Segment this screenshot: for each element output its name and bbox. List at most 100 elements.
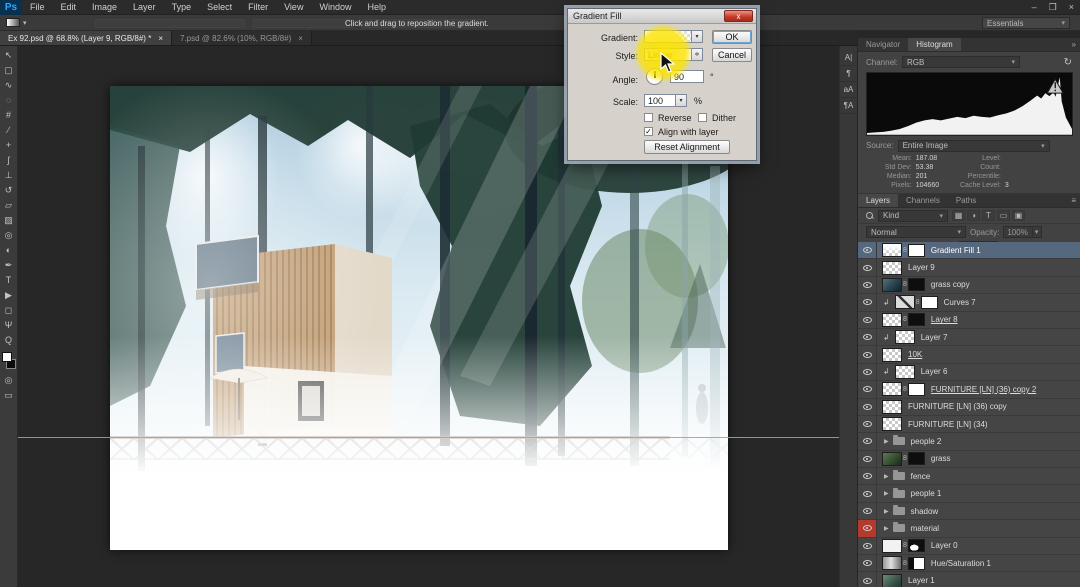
paragraph-panel-icon[interactable]: ¶ — [840, 66, 858, 82]
visibility-toggle[interactable] — [858, 364, 877, 380]
dodge-tool[interactable]: ◐ — [0, 243, 18, 258]
layer-mask-thumbnail[interactable] — [908, 278, 925, 291]
foreground-color-swatch[interactable] — [2, 352, 12, 362]
layer-row-5[interactable]: 8Layer 8 — [858, 312, 1080, 329]
tab-layers[interactable]: Layers — [858, 194, 898, 207]
layer-row-3[interactable]: 8grass copy — [858, 277, 1080, 294]
reset-alignment-button[interactable]: Reset Alignment — [644, 140, 730, 154]
tab-channels[interactable]: Channels — [898, 194, 948, 207]
layer-thumbnail[interactable] — [882, 278, 902, 292]
crop-tool[interactable]: # — [0, 108, 18, 123]
layer-row-13[interactable]: 8grass — [858, 451, 1080, 468]
visibility-toggle[interactable] — [858, 538, 877, 554]
brush-tool[interactable]: ʃ — [0, 153, 18, 168]
layer-row-12[interactable]: ▶people 2 — [858, 433, 1080, 450]
blend-mode-select[interactable]: Normal ▾ — [866, 226, 966, 238]
layer-row-14[interactable]: ▶fence — [858, 468, 1080, 485]
visibility-toggle[interactable] — [858, 329, 877, 345]
visibility-toggle[interactable] — [858, 468, 877, 484]
reverse-checkbox[interactable] — [644, 113, 653, 122]
layer-thumbnail[interactable] — [882, 417, 902, 431]
visibility-toggle[interactable] — [858, 485, 877, 501]
menu-file[interactable]: File — [22, 0, 53, 15]
menu-filter[interactable]: Filter — [240, 0, 276, 15]
filter-pixel-icon[interactable]: ▦ — [952, 210, 965, 221]
layer-row-2[interactable]: Layer 9 — [858, 259, 1080, 276]
visibility-toggle[interactable] — [858, 520, 877, 536]
visibility-toggle[interactable] — [858, 555, 877, 571]
blur-tool[interactable]: ◎ — [0, 228, 18, 243]
filter-type-icon[interactable]: T — [982, 210, 995, 221]
gradient-dropdown-button[interactable]: ▾ — [692, 30, 703, 43]
marquee-tool[interactable]: ▢ — [0, 63, 18, 78]
dither-checkbox[interactable] — [698, 113, 707, 122]
style-spinner-button[interactable]: ≑ — [692, 48, 703, 61]
layer-mask-thumbnail[interactable] — [908, 452, 925, 465]
layer-row-7[interactable]: 10K — [858, 346, 1080, 363]
channel-select[interactable]: RGB ▾ — [902, 56, 1020, 68]
document-tab-1[interactable]: Ex 92.psd @ 68.8% (Layer 9, RGB/8#) *× — [0, 31, 172, 45]
layer-mask-thumbnail[interactable] — [908, 383, 925, 396]
visibility-toggle[interactable] — [858, 399, 877, 415]
type-tool[interactable]: T — [0, 273, 18, 288]
character-styles-panel-icon[interactable]: aA — [840, 82, 858, 98]
expand-group-icon[interactable]: ▶ — [884, 508, 889, 515]
layer-row-16[interactable]: ▶shadow — [858, 503, 1080, 520]
character-panel-icon[interactable]: A| — [840, 50, 858, 66]
pen-tool[interactable]: ✒ — [0, 258, 18, 273]
expand-group-icon[interactable]: ▶ — [884, 473, 889, 480]
dialog-close-button[interactable]: x — [724, 10, 753, 22]
menu-window[interactable]: Window — [311, 0, 359, 15]
visibility-toggle[interactable] — [858, 277, 877, 293]
layer-mask-thumbnail[interactable] — [921, 296, 938, 309]
ok-button[interactable]: OK — [712, 30, 752, 44]
scale-input[interactable]: 100 — [644, 94, 676, 107]
layer-mask-thumbnail[interactable] — [908, 557, 925, 570]
layer-row-11[interactable]: FURNITURE [LN] (34) — [858, 416, 1080, 433]
layer-thumbnail[interactable] — [882, 574, 902, 587]
expand-group-icon[interactable]: ▶ — [884, 490, 889, 497]
lasso-tool[interactable]: ∿ — [0, 78, 18, 93]
eraser-tool[interactable]: ▱ — [0, 198, 18, 213]
visibility-toggle[interactable] — [858, 451, 877, 467]
refresh-histogram-icon[interactable]: ↻ — [1064, 57, 1072, 68]
layer-row-18[interactable]: 8Layer 0 — [858, 538, 1080, 555]
layer-mask-thumbnail[interactable] — [908, 539, 925, 552]
workspace-switcher[interactable]: Essentials ▾ — [982, 17, 1070, 29]
path-selection-tool[interactable]: ▶ — [0, 288, 18, 303]
tab-histogram[interactable]: Histogram — [908, 38, 960, 51]
menu-type[interactable]: Type — [164, 0, 200, 15]
close-button[interactable]: × — [1069, 0, 1074, 15]
menu-layer[interactable]: Layer — [125, 0, 164, 15]
tab-navigator[interactable]: Navigator — [858, 38, 908, 51]
visibility-toggle[interactable] — [858, 259, 877, 275]
filter-shape-icon[interactable]: ▭ — [997, 210, 1010, 221]
history-brush-tool[interactable]: ↺ — [0, 183, 18, 198]
layer-thumbnail[interactable] — [895, 365, 915, 379]
expand-group-icon[interactable]: ▶ — [884, 525, 889, 532]
paragraph-styles-panel-icon[interactable]: ¶A — [840, 98, 858, 114]
visibility-toggle[interactable] — [858, 433, 877, 449]
layer-row-9[interactable]: 8FURNITURE [LN] (36) copy 2 — [858, 381, 1080, 398]
zoom-tool[interactable]: Q — [0, 333, 18, 348]
minimize-button[interactable]: – — [1032, 0, 1037, 15]
horizontal-guide[interactable] — [18, 437, 839, 438]
cancel-button[interactable]: Cancel — [712, 48, 752, 62]
source-select[interactable]: Entire Image ▾ — [898, 140, 1050, 152]
layer-mask-thumbnail[interactable] — [908, 244, 925, 257]
align-with-layer-checkbox[interactable]: ✓ — [644, 127, 653, 136]
quick-selection-tool[interactable]: ◌ — [0, 93, 18, 108]
layer-row-1[interactable]: 8Gradient Fill 1 — [858, 242, 1080, 259]
restore-button[interactable]: ❐ — [1049, 0, 1057, 15]
opacity-input[interactable]: 100% ▾ — [1003, 226, 1042, 238]
menu-view[interactable]: View — [276, 0, 311, 15]
tab-paths[interactable]: Paths — [948, 194, 984, 207]
menu-image[interactable]: Image — [84, 0, 125, 15]
eyedropper-tool[interactable]: ∕ — [0, 123, 18, 138]
move-tool[interactable]: ↖ — [0, 48, 18, 63]
menu-select[interactable]: Select — [199, 0, 240, 15]
layer-thumbnail[interactable] — [895, 330, 915, 344]
screen-mode-icon[interactable]: ▭ — [0, 388, 18, 403]
expand-group-icon[interactable]: ▶ — [884, 438, 889, 445]
visibility-toggle[interactable] — [858, 294, 877, 310]
